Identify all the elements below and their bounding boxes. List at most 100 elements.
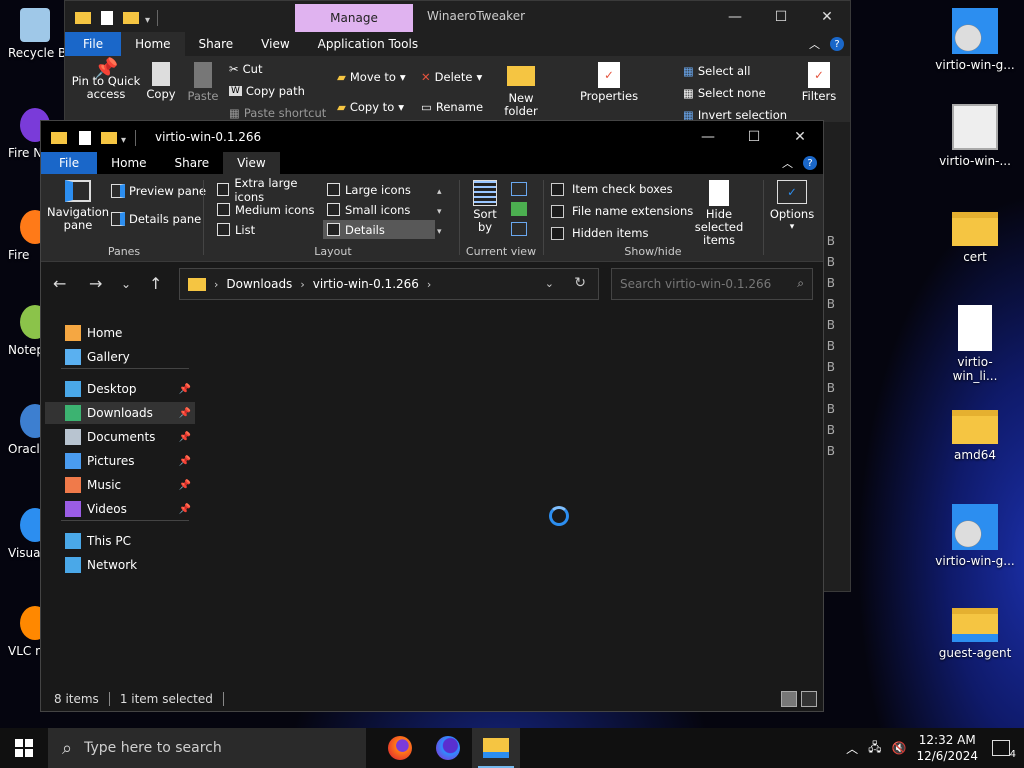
close-button[interactable]: ✕ [804,1,850,32]
large-icons-view-icon[interactable] [801,691,817,707]
collapse-ribbon-icon[interactable]: ︿ [809,36,820,52]
filters-button[interactable]: ✓ Filters [797,62,841,103]
sidebar-item-videos[interactable]: Videos 📌 [45,498,195,520]
tab-file[interactable]: File [65,32,122,56]
sidebar-item-downloads[interactable]: Downloads 📌 [45,402,195,424]
collapse-ribbon-icon[interactable]: ︿ [782,155,793,171]
desktop-file-icon[interactable]: amd64 [935,404,1015,462]
maximize-button[interactable]: ☐ [731,121,777,152]
help-icon[interactable]: ? [803,156,817,170]
tab-share[interactable]: Share [161,152,224,174]
sort-by-button[interactable]: Sort by [465,180,505,234]
address-dropdown-icon[interactable]: ⌄ [545,277,554,290]
breadcrumb-current[interactable]: virtio-win-0.1.266 [313,277,419,291]
preview-pane-button[interactable]: Preview pane [111,184,206,198]
taskbar-file-explorer[interactable] [472,728,520,768]
address-bar[interactable]: › Downloads › virtio-win-0.1.266 › ⌄ ↻ [179,268,599,300]
refresh-icon[interactable]: ↻ [574,275,586,291]
forward-arrow-icon[interactable]: → [89,274,102,293]
navigation-pane-button[interactable]: Navigation pane [47,180,109,232]
properties-button[interactable]: ✓ Properties [579,62,639,103]
paste-shortcut-button[interactable]: ▦ Paste shortcut [229,106,326,120]
tab-share[interactable]: Share [185,32,248,56]
move-to-button[interactable]: ▰ Move to ▾ [337,70,406,84]
maximize-button[interactable]: ☐ [758,1,804,32]
sidebar-item-network[interactable]: Network [45,554,195,576]
desktop-file-icon[interactable]: virtio-win-g... [935,504,1015,568]
tab-file[interactable]: File [41,152,98,174]
notification-center-button[interactable]: 4 [988,734,1016,762]
explorer-window[interactable]: ▾ virtio-win-0.1.266 — ☐ ✕ File Home Sha… [40,120,824,712]
hide-selected-items-button[interactable]: Hide selected items [681,180,757,247]
desktop-file-icon[interactable]: virtio-win-g... [935,8,1015,72]
tab-home[interactable]: Home [97,152,160,174]
extra-large-icons-option[interactable]: Extra large icons [213,176,325,204]
sidebar-item-home[interactable]: Home [45,322,195,344]
copy-button[interactable]: Copy [141,62,181,101]
close-button[interactable]: ✕ [777,121,823,152]
tab-home[interactable]: Home [121,32,185,56]
file-name-extensions-checkbox[interactable]: File name extensions [551,204,693,218]
manage-tab[interactable]: Manage [295,4,413,32]
medium-icons-option[interactable]: Medium icons [213,200,325,219]
chevron-up-icon[interactable]: ︿ [846,740,858,757]
size-columns-icon[interactable] [511,222,527,236]
copy-to-button[interactable]: ▰ Copy to ▾ [337,100,404,114]
file-list-area[interactable] [199,306,823,686]
tab-view[interactable]: View [247,32,303,56]
title-bar[interactable]: ▾ virtio-win-0.1.266 — ☐ ✕ [41,121,823,152]
minimize-button[interactable]: — [712,1,758,32]
group-by-icon[interactable] [511,182,527,196]
desktop-file-icon[interactable]: cert [935,206,1015,264]
search-input[interactable]: Search virtio-win-0.1.266 ⌕ [611,268,813,300]
details-view-icon[interactable] [781,691,797,707]
paste-button[interactable]: Paste [183,62,223,103]
item-check-boxes-checkbox[interactable]: Item check boxes [551,182,673,196]
sidebar-item-documents[interactable]: Documents 📌 [45,426,195,448]
clock[interactable]: 12:32 AM 12/6/2024 [916,732,978,764]
sidebar-item-desktop[interactable]: Desktop 📌 [45,378,195,400]
pin-icon[interactable]: 📌 [179,456,191,467]
desktop-file-icon[interactable]: virtio-win-... [935,104,1015,168]
layout-scroll-arrows[interactable]: ▴ ▾ ▾ [437,182,442,242]
cut-button[interactable]: ✂ Cut [229,62,262,76]
breadcrumb-downloads[interactable]: Downloads [226,277,292,291]
small-icons-option[interactable]: Small icons [323,200,435,219]
sidebar-item-pictures[interactable]: Pictures 📌 [45,450,195,472]
pin-icon[interactable]: 📌 [179,384,191,395]
recent-locations-icon[interactable]: ⌄ [121,277,131,291]
hidden-items-checkbox[interactable]: Hidden items [551,226,648,240]
taskbar-firefox-nightly[interactable] [424,728,472,768]
tab-view[interactable]: View [223,152,280,174]
desktop-file-icon[interactable]: virtio-win_li... [935,305,1015,383]
details-pane-button[interactable]: Details pane [111,212,201,226]
help-icon[interactable]: ? [830,37,844,51]
start-button[interactable] [0,728,48,768]
pin-icon[interactable]: 📌 [179,408,191,419]
minimize-button[interactable]: — [685,121,731,152]
taskbar-firefox[interactable] [376,728,424,768]
pin-icon[interactable]: 📌 [179,480,191,491]
up-arrow-icon[interactable]: ↑ [149,274,162,293]
new-folder-button[interactable]: New folder [499,66,543,118]
options-button[interactable]: ✓ Options ▾ [767,180,817,234]
delete-button[interactable]: ✕ Delete ▾ [421,70,482,84]
select-all-button[interactable]: ▦ Select all [683,64,750,78]
add-columns-icon[interactable] [511,202,527,216]
network-icon[interactable]: 🖧 [868,738,881,759]
select-none-button[interactable]: ▦ Select none [683,86,766,100]
sidebar-item-this-pc[interactable]: This PC [45,530,195,552]
list-option[interactable]: List [213,220,325,239]
taskbar-search-input[interactable]: ⌕ Type here to search [48,728,366,768]
large-icons-option[interactable]: Large icons [323,180,435,199]
pin-to-quick-access-button[interactable]: 📌 Pin to Quick access [71,58,141,101]
pin-icon[interactable]: 📌 [179,432,191,443]
back-arrow-icon[interactable]: ← [53,274,66,293]
sidebar-item-music[interactable]: Music 📌 [45,474,195,496]
sidebar-item-gallery[interactable]: Gallery [45,346,195,368]
tab-application-tools[interactable]: Application Tools [304,32,432,56]
speaker-muted-icon[interactable]: 🔇 [892,741,907,755]
copy-path-button[interactable]: W Copy path [229,84,305,98]
desktop-file-icon[interactable]: guest-agent [935,602,1015,660]
pin-icon[interactable]: 📌 [179,504,191,515]
